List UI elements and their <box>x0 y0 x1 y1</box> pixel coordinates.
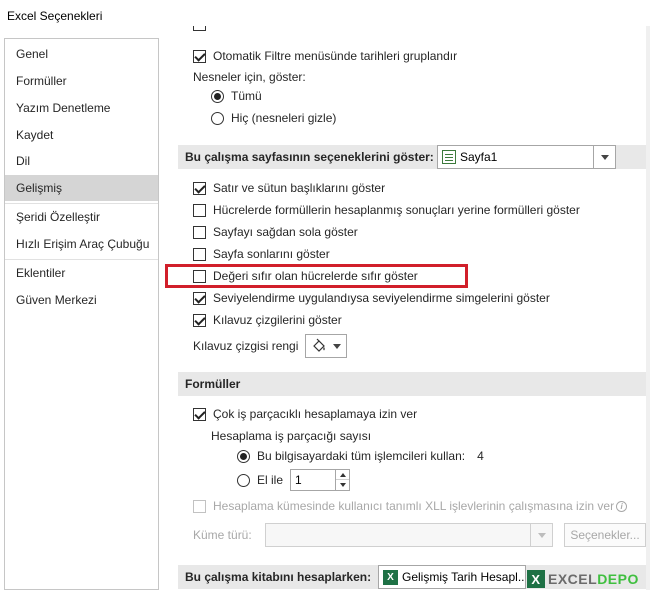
chevron-down-icon <box>600 154 609 160</box>
watermark-x: X <box>527 570 545 588</box>
xll-cluster-label: Hesaplama kümesinde kullanıcı tanımlı XL… <box>213 499 615 513</box>
sidebar: Genel Formüller Yazım Denetleme Kaydet D… <box>4 38 159 590</box>
sidebar-item-genel[interactable]: Genel <box>5 41 158 67</box>
workbook-select-dropdown[interactable]: X Gelişmiş Tarih Hesapl... <box>378 565 526 589</box>
vertical-scrollbar[interactable] <box>646 26 650 590</box>
objects-all-row[interactable]: Tümü <box>211 86 262 106</box>
gridline-color-label-row: Kılavuz çizgisi rengi <box>193 336 298 356</box>
cluster-type-label-row: Küme türü: <box>193 525 252 545</box>
cluster-type-dropdown[interactable] <box>265 523 553 547</box>
show-row-col-headers-label: Satır ve sütun başlıklarını göster <box>213 181 386 195</box>
window-title: Excel Seçenekleri <box>7 9 103 23</box>
sidebar-item-eklentiler[interactable]: Eklentiler <box>5 260 158 286</box>
sheet-icon <box>442 150 456 164</box>
xll-cluster-checkbox[interactable] <box>193 499 206 513</box>
show-page-breaks-label: Sayfa sonlarını göster <box>213 247 330 261</box>
sidebar-item-yazim-denetleme[interactable]: Yazım Denetleme <box>5 95 158 121</box>
use-all-processors-label: Bu bilgisayardaki tüm işlemcileri kullan… <box>257 449 466 463</box>
multithreaded-checkbox[interactable] <box>193 407 206 421</box>
manual-threads-label: El ile <box>257 473 284 487</box>
sheet-select-dropdown-button[interactable] <box>593 146 615 168</box>
auto-filter-group-dates-row[interactable]: Otomatik Filtre menüsünde tarihleri grup… <box>193 46 457 66</box>
excel-workbook-icon: X <box>383 569 398 585</box>
sheet-options-header-label: Bu çalışma sayfasının seçeneklerini göst… <box>185 150 434 164</box>
workbook-select-value: Gelişmiş Tarih Hesapl... <box>402 570 525 584</box>
chevron-down-icon <box>333 343 341 349</box>
show-formulas-row[interactable]: Hücrelerde formüllerin hesaplanmış sonuç… <box>193 200 580 220</box>
info-icon: i <box>616 500 628 512</box>
show-formulas-checkbox[interactable] <box>193 203 206 217</box>
show-outline-symbols-label: Seviyelendirme uygulandıysa seviyelendir… <box>213 291 550 305</box>
show-row-col-headers-checkbox[interactable] <box>193 181 206 195</box>
show-page-breaks-row[interactable]: Sayfa sonlarını göster <box>193 244 330 264</box>
show-page-breaks-checkbox[interactable] <box>193 247 206 261</box>
sidebar-item-formuller[interactable]: Formüller <box>5 68 158 94</box>
use-all-processors-row[interactable]: Bu bilgisayardaki tüm işlemcileri kullan… <box>237 446 484 466</box>
cluster-options-button[interactable]: Seçenekler... <box>564 523 646 547</box>
threads-label-row: Hesaplama iş parçacığı sayısı <box>211 426 371 446</box>
sheet-select-dropdown[interactable]: Sayfa1 <box>437 145 616 169</box>
auto-filter-group-dates-checkbox[interactable] <box>193 49 206 63</box>
watermark-logo: X EXCEL DEPO <box>527 568 650 590</box>
use-all-processors-radio[interactable] <box>237 449 250 463</box>
right-to-left-checkbox[interactable] <box>193 225 206 239</box>
clipped-checkbox <box>193 26 206 31</box>
cluster-type-label: Küme türü: <box>193 528 252 542</box>
thread-count-value: 1 <box>295 473 302 487</box>
formulas-header-label: Formüller <box>185 377 241 391</box>
objects-all-radio[interactable] <box>211 89 224 103</box>
stepper-down-button[interactable] <box>336 480 349 490</box>
objects-none-radio[interactable] <box>211 111 224 125</box>
chevron-down-icon <box>339 483 346 487</box>
objects-none-row[interactable]: Hiç (nesneleri gizle) <box>211 108 336 128</box>
chevron-up-icon <box>339 472 346 477</box>
sidebar-item-seridi-ozellestir[interactable]: Şeridi Özelleştir <box>5 204 158 230</box>
auto-filter-group-dates-label: Otomatik Filtre menüsünde tarihleri grup… <box>213 49 458 63</box>
manual-threads-radio[interactable] <box>237 473 250 487</box>
sheet-select-value: Sayfa1 <box>460 150 498 164</box>
sidebar-item-dil[interactable]: Dil <box>5 148 158 174</box>
show-outline-symbols-checkbox[interactable] <box>193 291 206 305</box>
paint-bucket-icon <box>313 338 325 352</box>
watermark-depo: DEPO <box>597 571 639 587</box>
clipped-option-row <box>193 26 593 34</box>
show-row-col-headers-row[interactable]: Satır ve sütun başlıklarını göster <box>193 178 385 198</box>
show-gridlines-checkbox[interactable] <box>193 313 206 327</box>
watermark-excel: EXCEL <box>548 571 598 587</box>
objects-label: Nesneler için, göster: <box>193 70 306 84</box>
show-gridlines-label: Kılavuz çizgilerini göster <box>213 313 342 327</box>
multithreaded-label: Çok iş parçacıklı hesaplamaya izin ver <box>213 407 418 421</box>
sidebar-item-guven-merkezi[interactable]: Güven Merkezi <box>5 287 158 313</box>
highlight-annotation-box <box>165 264 468 288</box>
formulas-header: Formüller <box>178 372 646 396</box>
show-outline-symbols-row[interactable]: Seviyelendirme uygulandıysa seviyelendir… <box>193 288 550 308</box>
manual-threads-row[interactable]: El ile <box>237 470 283 490</box>
chevron-down-icon <box>537 532 546 538</box>
right-to-left-label: Sayfayı sağdan sola göster <box>213 225 358 239</box>
workbook-calc-header-label: Bu çalışma kitabını hesaplarken: <box>185 570 372 584</box>
objects-label-row: Nesneler için, göster: <box>193 67 306 87</box>
stepper-up-button[interactable] <box>336 470 349 480</box>
cluster-type-dropdown-button[interactable] <box>530 524 552 546</box>
objects-all-label: Tümü <box>231 89 262 103</box>
gridline-color-label: Kılavuz çizgisi rengi <box>193 339 299 353</box>
show-gridlines-row[interactable]: Kılavuz çizgilerini göster <box>193 310 342 330</box>
xll-cluster-row[interactable]: Hesaplama kümesinde kullanıcı tanımlı XL… <box>193 496 628 516</box>
sidebar-item-gelismis[interactable]: Gelişmiş <box>5 175 158 201</box>
gridline-color-button[interactable] <box>305 334 347 358</box>
objects-none-label: Hiç (nesneleri gizle) <box>231 111 337 125</box>
multithreaded-row[interactable]: Çok iş parçacıklı hesaplamaya izin ver <box>193 404 417 424</box>
show-formulas-label: Hücrelerde formüllerin hesaplanmış sonuç… <box>213 203 580 217</box>
right-to-left-row[interactable]: Sayfayı sağdan sola göster <box>193 222 358 242</box>
thread-count-stepper[interactable]: 1 <box>290 469 350 491</box>
processor-count: 4 <box>477 449 484 463</box>
threads-label: Hesaplama iş parçacığı sayısı <box>211 429 372 443</box>
thread-count-stepper-buttons <box>335 470 349 490</box>
sidebar-item-kaydet[interactable]: Kaydet <box>5 122 158 148</box>
sidebar-item-hizli-erisim[interactable]: Hızlı Erişim Araç Çubuğu <box>5 231 158 257</box>
